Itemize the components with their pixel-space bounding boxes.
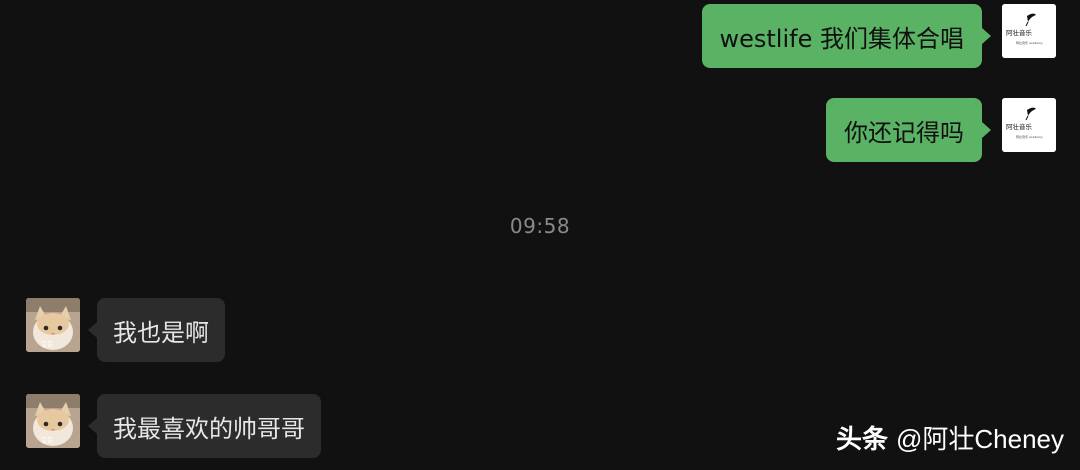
self-avatar[interactable]: 阿壮音乐 阿壮音乐 academy: [1002, 4, 1056, 58]
svg-text:佳佳: 佳佳: [41, 436, 53, 444]
svg-text:佳佳: 佳佳: [41, 340, 53, 348]
cat-avatar-icon: 佳佳: [26, 394, 80, 448]
chat-timestamp: 09:58: [509, 214, 571, 238]
message-text: westlife 我们集体合唱: [719, 24, 965, 53]
self-avatar[interactable]: 阿壮音乐 阿壮音乐 academy: [1002, 98, 1056, 152]
watermark-handle: @阿壮Cheney: [895, 424, 1064, 454]
message-row-incoming: 佳佳 我也是啊: [0, 298, 1080, 364]
watermark: 头条 @阿壮Cheney: [836, 419, 1064, 456]
message-text: 我也是啊: [113, 318, 209, 347]
message-bubble-outgoing[interactable]: 你还记得吗: [826, 98, 991, 162]
peer-avatar[interactable]: 佳佳: [26, 394, 80, 448]
music-studio-logo-icon: 阿壮音乐 阿壮音乐 academy: [1002, 98, 1056, 152]
message-bubble-incoming[interactable]: 我也是啊: [88, 298, 225, 362]
message-row-outgoing: 你还记得吗 阿壮音乐 阿壮音乐 academy: [0, 98, 1080, 164]
watermark-brand: 头条: [835, 424, 888, 454]
message-text: 我最喜欢的帅哥哥: [113, 414, 305, 443]
svg-text:阿壮音乐: 阿壮音乐: [1006, 122, 1033, 131]
svg-text:阿壮音乐: 阿壮音乐: [1006, 28, 1033, 37]
svg-text:阿壮音乐 academy: 阿壮音乐 academy: [1016, 40, 1043, 45]
svg-text:阿壮音乐 academy: 阿壮音乐 academy: [1016, 134, 1043, 139]
peer-avatar[interactable]: 佳佳: [26, 298, 80, 352]
cat-avatar-icon: 佳佳: [26, 298, 80, 352]
message-row-outgoing: westlife 我们集体合唱 阿壮音乐 阿壮音乐 academy: [0, 4, 1080, 70]
message-bubble-outgoing[interactable]: westlife 我们集体合唱: [701, 4, 991, 68]
music-studio-logo-icon: 阿壮音乐 阿壮音乐 academy: [1002, 4, 1056, 58]
message-bubble-incoming[interactable]: 我最喜欢的帅哥哥: [88, 394, 321, 458]
message-text: 你还记得吗: [844, 118, 964, 147]
